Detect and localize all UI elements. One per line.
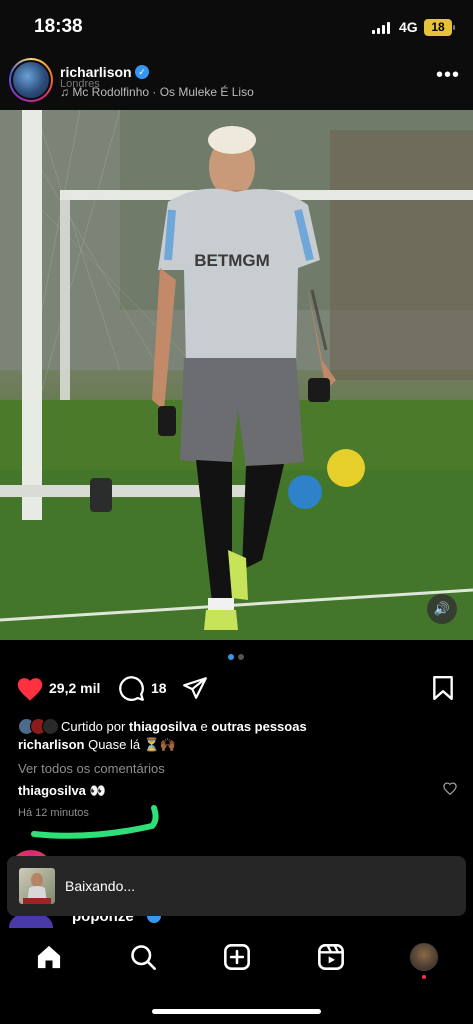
download-toast[interactable]: Baixando... [7,856,466,916]
carousel-indicator [228,654,244,660]
profile-avatar [410,943,438,971]
music-label: Mc Rodolfinho · Os Muleke É Liso [72,85,254,99]
shirt-sponsor: BETMGM [194,251,270,270]
comment-text: 👀 [85,783,106,798]
home-indicator[interactable] [152,1009,321,1014]
comment-username[interactable]: thiagosilva [18,783,86,798]
battery-icon: 18 [424,19,455,36]
nav-home[interactable] [34,942,64,972]
nav-reels[interactable] [316,942,346,972]
post-header: richarlison ✓ Londres ♫ Mc Rodolfinho · … [0,54,473,110]
nav-search[interactable] [128,942,158,972]
liked-by-avatars [18,717,59,735]
reels-icon [318,944,344,970]
home-icon [37,945,61,969]
post-avatar[interactable] [9,58,53,102]
status-time: 18:38 [34,16,83,37]
save-bookmark-icon[interactable] [432,675,454,701]
liked-by-middle: e [196,718,212,734]
create-icon [224,944,250,970]
caption-text: Quase lá ⏳🙌🏾 [84,737,177,752]
toast-text: Baixando... [65,878,136,894]
caption-username[interactable]: richarlison [18,737,84,752]
carousel-dot [238,654,244,660]
green-underline-annotation [31,805,159,839]
likes-count[interactable]: 29,2 mil [49,680,100,696]
view-all-comments-link[interactable]: Ver todos os comentários [18,761,165,776]
liked-by-user[interactable]: thiagosilva [129,719,197,734]
network-type: 4G [399,19,418,35]
post-photo[interactable]: BETMGM 🔊 [0,110,473,640]
signal-icon [372,22,390,34]
liked-by-others[interactable]: outras pessoas [211,719,306,734]
share-icon[interactable] [182,676,208,700]
status-bar: 18:38 4G 18 [0,0,473,54]
carousel-dot-active [228,654,234,660]
like-heart-icon[interactable] [16,676,44,702]
top-comment: thiagosilva 👀 [18,783,106,799]
profile-notification-dot [422,975,426,979]
photo-illustration: BETMGM [0,110,473,640]
audio-toggle-icon[interactable]: 🔊 [427,594,457,624]
liked-by[interactable]: Curtido por thiagosilva e outras pessoas [18,716,307,736]
comment-like-icon[interactable] [443,782,457,795]
nav-create[interactable] [222,942,252,972]
verified-badge-icon: ✓ [135,65,149,79]
more-options-icon[interactable]: ••• [436,64,460,87]
music-note-icon: ♫ [60,85,69,99]
search-icon [131,945,156,970]
comment-icon[interactable] [118,675,145,702]
comments-count[interactable]: 18 [151,680,167,696]
liked-by-prefix: Curtido por [61,718,129,734]
post-music[interactable]: ♫ Mc Rodolfinho · Os Muleke É Liso [60,85,254,99]
nav-profile[interactable] [409,942,439,972]
post-actions: 29,2 mil 18 [0,670,473,706]
post-caption: richarlison Quase lá ⏳🙌🏾 [18,737,176,753]
toast-thumbnail [19,868,55,904]
